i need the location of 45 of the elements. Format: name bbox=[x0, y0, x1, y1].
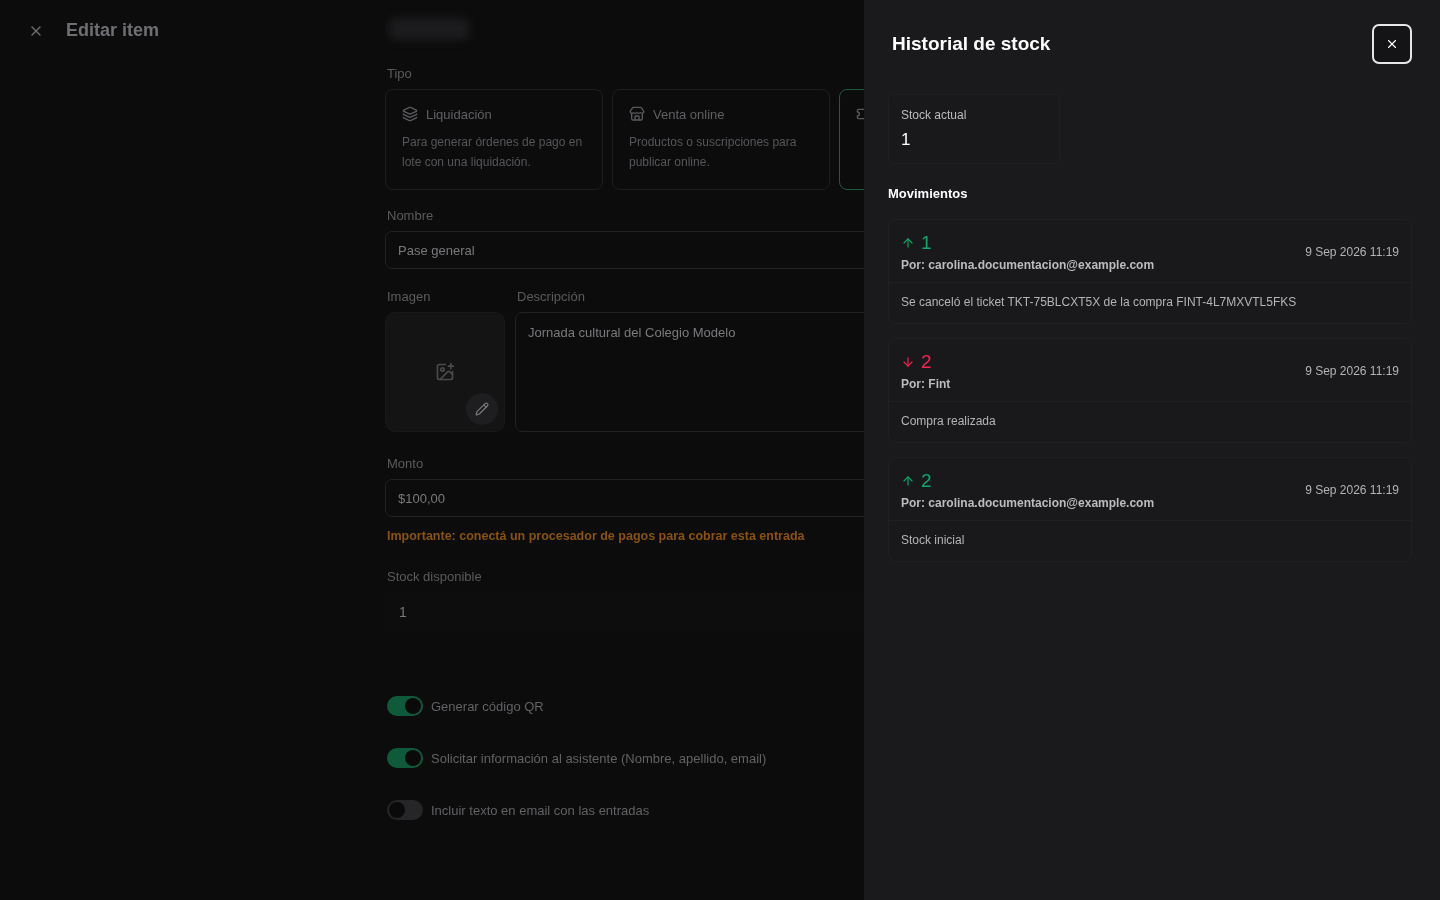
stat-label: Stock actual bbox=[901, 108, 968, 122]
field-label: Tipo bbox=[387, 66, 413, 81]
field-label: Imagen bbox=[387, 289, 432, 304]
toggle-label: Solicitar información al asistente (Nombre, apellido, email) bbox=[431, 750, 767, 766]
field-label: Descripción bbox=[517, 289, 586, 304]
type-option[interactable]: Venta online Productos o suscripciones para publicar online. bbox=[612, 89, 830, 190]
movement-amount: 2 bbox=[921, 470, 932, 492]
page-title: Editar item bbox=[66, 20, 160, 41]
type-description: Para generar órdenes de pago en lote con una liquidación. bbox=[402, 134, 584, 171]
toggle-switch[interactable] bbox=[387, 696, 423, 716]
warning-text: Importante: conectá un procesador de pagos para cobrar esta entrada bbox=[387, 529, 806, 543]
movement-note: Compra realizada bbox=[900, 413, 997, 430]
pencil-icon bbox=[475, 402, 489, 416]
type-description: Productos o suscripciones para publicar online. bbox=[629, 134, 798, 171]
movement-note: Stock inicial bbox=[900, 532, 966, 549]
close-button[interactable] bbox=[1372, 24, 1412, 64]
movement-date: 9 Sep 2026 11:19 bbox=[1305, 364, 1399, 378]
type-title: Venta online bbox=[653, 106, 725, 122]
image-add-icon bbox=[435, 362, 455, 382]
stat-value: 1 bbox=[901, 130, 912, 150]
movement-date: 9 Sep 2026 11:19 bbox=[1305, 483, 1399, 497]
store-icon bbox=[629, 106, 645, 122]
movement-amount: 2 bbox=[921, 351, 932, 373]
edit-button[interactable] bbox=[466, 393, 498, 425]
movement-amount: 1 bbox=[921, 232, 932, 254]
panel-title: Historial de stock bbox=[891, 33, 1051, 55]
type-title: Liquidación bbox=[426, 106, 492, 122]
movement-date: 9 Sep 2026 11:19 bbox=[1305, 245, 1399, 259]
field-label: Monto bbox=[387, 456, 425, 471]
toggle-switch[interactable] bbox=[387, 800, 423, 820]
type-option[interactable]: Liquidación Para generar órdenes de pago en lote con una liquidación. bbox=[385, 89, 603, 190]
movement-author: Por: carolina.documentacion@example.com bbox=[901, 496, 1155, 510]
field-label: Stock disponible bbox=[387, 569, 483, 584]
toggle-switch[interactable] bbox=[387, 748, 423, 768]
toggle-label: Generar código QR bbox=[431, 698, 544, 714]
field-label: Nombre bbox=[387, 208, 435, 223]
movement-author: Por: carolina.documentacion@example.com bbox=[901, 258, 1155, 272]
movement-note: Se canceló el ticket TKT-75BLCXT5X de la compra FINT-4L7MXVTL5FKS bbox=[900, 294, 1298, 311]
section-title: Movimientos bbox=[888, 186, 969, 201]
toggle-label: Incluir texto en email con las entradas bbox=[431, 802, 650, 818]
close-icon bbox=[1385, 37, 1399, 51]
name-field[interactable]: Pase general bbox=[385, 231, 864, 269]
layers-icon bbox=[402, 106, 418, 122]
amount-field[interactable]: $100,00 bbox=[385, 479, 864, 517]
movement-author: Por: Fint bbox=[901, 377, 951, 391]
